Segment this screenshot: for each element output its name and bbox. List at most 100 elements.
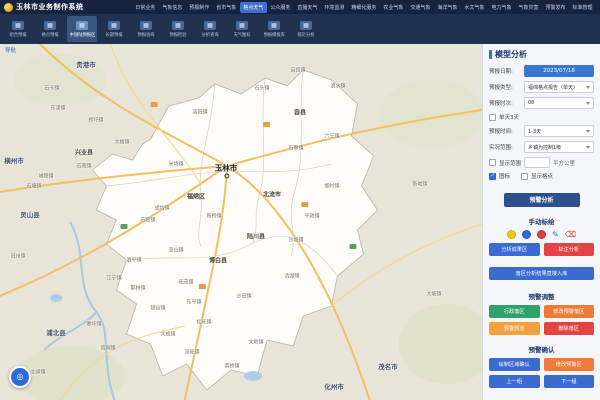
map-label-city: 灵山县 (20, 209, 40, 219)
topmenu-item-3[interactable]: 省市气象 (213, 2, 240, 13)
icon-checkbox[interactable] (489, 173, 496, 180)
map-label-town: 浪平镇 (126, 257, 141, 264)
tab-grid-icon: ▦ (172, 21, 184, 30)
tab-label: 预报模板库 (263, 32, 284, 38)
tab-5[interactable]: ▦预报检验 (163, 16, 193, 42)
tab-2[interactable]: ▦ 中国陆预报区 (67, 16, 97, 42)
prev-group-button[interactable]: 上一组 (489, 375, 540, 388)
app-logo-icon (4, 3, 13, 12)
map-label-county: 博白县 (209, 256, 227, 265)
compass-button[interactable]: ◎ (9, 366, 31, 388)
marker-yellow[interactable] (507, 230, 516, 239)
map-label-town: 黎村镇 (324, 183, 339, 190)
map-canvas[interactable]: 贵港市横州市灵山县浦北县茂名市化州市玉林市兴业县容县北流市陆川县博白县福绵区石卡… (0, 44, 482, 400)
app-title: 玉林市业务制作系统 (16, 2, 84, 12)
topmenu-item-4[interactable]: 格点天气 (240, 2, 267, 13)
map-label-county: 兴业县 (75, 148, 93, 157)
topmenu-item-9[interactable]: 农业气象 (380, 2, 407, 13)
topmenu-item-12[interactable]: 水文气象 (461, 2, 488, 13)
tab-label: 中国陆预报区 (69, 32, 95, 38)
map-label-city: 化州市 (324, 381, 344, 391)
topmenu-item-5[interactable]: 公众服务 (267, 2, 294, 13)
map-label-town: 石寨镇 (288, 145, 303, 152)
tab-label: 长期预报 (105, 32, 122, 38)
topmenu-item-14[interactable]: 气象灾害 (515, 2, 542, 13)
tab-4[interactable]: ▦预报会商 (131, 16, 161, 42)
single-day-checkbox[interactable] (489, 114, 496, 121)
map-label-main: 玉林市 (215, 163, 238, 174)
tab-grid-icon: ▦ (108, 21, 120, 30)
map-label-town: 文地镇 (248, 339, 263, 346)
forecast-period-select[interactable]: 1-3天 (524, 125, 594, 137)
topmenu-item-8[interactable]: 精细化服务 (348, 2, 380, 13)
app-window: 玉林市业务制作系统 日常业务气象信息预报制作省市气象格点天气公众服务直播天气环境… (0, 0, 600, 400)
show-grid-checkbox[interactable] (521, 173, 528, 180)
tab-8[interactable]: ▦预报模板库 (259, 16, 289, 42)
map-label-county: 容县 (294, 108, 306, 117)
top-bar: 玉林市业务制作系统 日常业务气象信息预报制作省市气象格点天气公众服务直播天气环境… (0, 0, 600, 14)
tab-9[interactable]: ▦临近分析 (291, 16, 321, 42)
range-select[interactable]: 乡镇为控制1级 (524, 141, 594, 153)
map-label-town: 浪水镇 (330, 83, 345, 90)
show-area-checkbox[interactable] (489, 159, 496, 166)
map-label-town: 平政镇 (304, 213, 319, 220)
marker-blue[interactable] (522, 230, 531, 239)
topmenu-item-7[interactable]: 环境监测 (321, 2, 348, 13)
topmenu-item-11[interactable]: 海洋气象 (434, 2, 461, 13)
confirm-buttons-row1: 绘制区域确认修改预警区 (489, 358, 594, 371)
topmenu-item-6[interactable]: 直播天气 (294, 2, 321, 13)
delete-area-button[interactable]: 删除落区 (544, 322, 595, 335)
map-label-town: 松旺镇 (196, 319, 211, 326)
tab-label: 格点预报 (41, 32, 58, 38)
map-label-city: 横州市 (4, 155, 24, 165)
content: 贵港市横州市灵山县浦北县茂名市化州市玉林市兴业县容县北流市陆川县博白县福绵区石卡… (0, 44, 600, 400)
tab-grid-icon: ▦ (140, 21, 152, 30)
map-nav-link[interactable]: 导航 (5, 46, 16, 54)
pen-tool-icon[interactable]: ✎ (552, 230, 559, 239)
draw-section-title: 手动标绘 (489, 216, 594, 226)
topmenu-item-16[interactable]: 标准管理 (569, 2, 596, 13)
save-to-database-button[interactable]: 落区分析结果直接入库 (489, 267, 594, 280)
date-picker-button[interactable]: 2023/07/18 (524, 65, 594, 77)
topmenu-item-10[interactable]: 交通气象 (407, 2, 434, 13)
adjust-section-title: 预警调整 (489, 291, 594, 301)
map-label-town: 米场镇 (168, 161, 183, 168)
tab-grid-icon: ▦ (76, 21, 88, 30)
topmenu-item-13[interactable]: 电力气象 (488, 2, 515, 13)
tab-0[interactable]: ▦组合预报 (3, 16, 33, 42)
map-label-town: 东平镇 (186, 299, 201, 306)
map-label-town: 双旺镇 (184, 349, 199, 356)
area-value-input[interactable] (524, 157, 550, 168)
topmenu-item-0[interactable]: 日常业务 (132, 2, 159, 13)
forecast-hour-select[interactable]: 08 (524, 97, 594, 109)
map-label-town: 亚山镇 (168, 247, 183, 254)
annotate-analysis-button[interactable]: 标注分析 (544, 243, 595, 256)
map-label-county: 陆川县 (247, 232, 265, 241)
tab-7[interactable]: ▦天气图标 (227, 16, 257, 42)
marker-red[interactable] (537, 230, 546, 239)
modify-warning-button[interactable]: 修改预警区 (544, 358, 595, 371)
warning-analysis-button[interactable]: 预警分析 (504, 193, 580, 207)
warning-preview-button[interactable]: 预警预览 (489, 322, 540, 335)
confirm-drawn-area-button[interactable]: 绘制区域确认 (489, 358, 540, 371)
chevron-down-icon (586, 130, 590, 133)
modify-warning-area-button[interactable]: 修改预警落区 (544, 305, 595, 318)
tab-6[interactable]: ▦分析查询 (195, 16, 225, 42)
forecast-type-select[interactable]: 福绵格点报告（单天） (524, 81, 594, 93)
range-label: 实况范围: (489, 143, 521, 151)
next-group-button[interactable]: 下一组 (544, 375, 595, 388)
map-label-town: 城隍镇 (38, 173, 53, 180)
topmenu-item-15[interactable]: 预警发布 (542, 2, 569, 13)
topmenu-item-2[interactable]: 预报制作 (186, 2, 213, 13)
map-label-town: 沙坡镇 (288, 237, 303, 244)
tab-3[interactable]: ▦ 长期预报 (99, 16, 129, 42)
eraser-tool-icon[interactable]: ⌫ (565, 230, 576, 239)
tab-1[interactable]: ▦格点预报 (35, 16, 65, 42)
topmenu-item-1[interactable]: 气象信息 (159, 2, 186, 13)
analysis-result-button[interactable]: 分析成果区 (489, 243, 540, 256)
tab-grid-icon: ▦ (204, 21, 216, 30)
map-label-town: 江宁镇 (106, 275, 121, 282)
admin-area-button[interactable]: 行政落区 (489, 305, 540, 318)
map-label-county: 北流市 (263, 190, 281, 199)
chevron-down-icon (586, 86, 590, 89)
